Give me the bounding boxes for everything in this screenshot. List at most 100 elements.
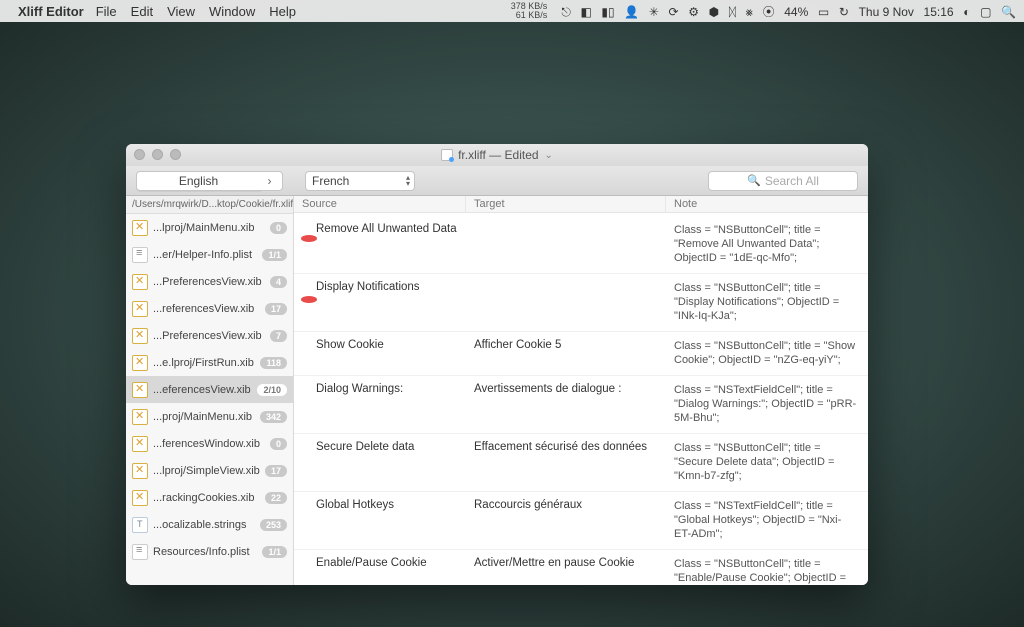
file-icon: [132, 328, 148, 344]
cell-note: Class = "NSButtonCell"; title = "Show Co…: [666, 339, 868, 367]
tray-icon[interactable]: 👤: [624, 5, 639, 19]
cell-source[interactable]: Display Notifications: [294, 281, 466, 323]
wifi-icon[interactable]: ⦿: [763, 5, 775, 19]
source-language-button[interactable]: English: [136, 171, 261, 191]
file-name: ...eferencesView.xib: [153, 384, 252, 396]
table-row[interactable]: Global Hotkeys Raccourcis généraux Class…: [294, 492, 868, 550]
cell-note: Class = "NSButtonCell"; title = "Display…: [666, 281, 868, 323]
sidebar-item[interactable]: ...proj/MainMenu.xib 342: [126, 403, 293, 430]
menu-edit[interactable]: Edit: [131, 4, 153, 19]
cell-target[interactable]: [466, 223, 666, 265]
tray-icon[interactable]: ▮▯: [601, 5, 614, 19]
time-text[interactable]: 15:16: [924, 5, 954, 19]
table-row[interactable]: Display Notifications Class = "NSButtonC…: [294, 274, 868, 332]
path-bar[interactable]: /Users/mrqwirk/D...ktop/Cookie/fr.xliff: [126, 196, 293, 214]
cell-source[interactable]: Secure Delete data: [294, 441, 466, 483]
table-row[interactable]: Show Cookie Afficher Cookie 5 Class = "N…: [294, 332, 868, 376]
count-badge: 2/10: [257, 384, 287, 396]
cell-source[interactable]: Global Hotkeys: [294, 499, 466, 541]
file-name: ...er/Helper-Info.plist: [153, 249, 257, 261]
sidebar-item[interactable]: ...PreferencesView.xib 7: [126, 322, 293, 349]
count-badge: 0: [270, 438, 287, 450]
tray-icon[interactable]: ⎋: [561, 5, 571, 19]
menubar: Xliff Editor File Edit View Window Help …: [0, 0, 1024, 22]
date-text[interactable]: Thu 9 Nov: [859, 5, 914, 19]
cell-source[interactable]: Show Cookie: [294, 339, 466, 367]
file-icon: [132, 382, 148, 398]
tray-icon[interactable]: ⟳: [669, 5, 679, 19]
tray-icon[interactable]: ⚙: [688, 5, 699, 19]
sidebar-item[interactable]: ...lproj/MainMenu.xib 0: [126, 214, 293, 241]
menu-window[interactable]: Window: [209, 4, 255, 19]
tray-icon[interactable]: ⬢: [709, 5, 719, 19]
translation-table: Source Target Note Remove All Unwanted D…: [294, 196, 868, 585]
cell-note: Class = "NSButtonCell"; title = "Secure …: [666, 441, 868, 483]
sidebar-item[interactable]: ...eferencesView.xib 2/10: [126, 376, 293, 403]
table-row[interactable]: Enable/Pause Cookie Activer/Mettre en pa…: [294, 550, 868, 585]
search-input[interactable]: 🔍 Search All: [708, 171, 858, 191]
count-badge: 7: [270, 330, 287, 342]
sidebar-item[interactable]: ...e.lproj/FirstRun.xib 118: [126, 349, 293, 376]
window-title: fr.xliff — Edited: [458, 148, 538, 162]
file-icon: [132, 436, 148, 452]
sidebar-item[interactable]: ...er/Helper-Info.plist 1/1: [126, 241, 293, 268]
menu-tray: ⎋ ◧ ▮▯ 👤 ✳ ⟳ ⚙ ⬢ ᛞ ⨳ ⦿ 44% ▭ ↻ Thu 9 Nov…: [555, 3, 1016, 20]
cell-target[interactable]: Raccourcis généraux: [466, 499, 666, 541]
sidebar-item[interactable]: ...referencesView.xib 17: [126, 295, 293, 322]
file-icon: [132, 409, 148, 425]
display-icon[interactable]: ▢: [980, 5, 991, 19]
sidebar-item[interactable]: ...rackingCookies.xib 22: [126, 484, 293, 511]
contrast-icon[interactable]: ◐: [963, 5, 970, 19]
file-icon: [132, 355, 148, 371]
menu-view[interactable]: View: [167, 4, 195, 19]
cell-source[interactable]: Dialog Warnings:: [294, 383, 466, 425]
sidebar-item[interactable]: ...ferencesWindow.xib 0: [126, 430, 293, 457]
table-row[interactable]: Dialog Warnings: Avertissements de dialo…: [294, 376, 868, 434]
cell-source[interactable]: Remove All Unwanted Data: [294, 223, 466, 265]
sidebar-item[interactable]: Resources/Info.plist 1/1: [126, 538, 293, 565]
file-name: ...ferencesWindow.xib: [153, 438, 265, 450]
cell-target[interactable]: Afficher Cookie 5: [466, 339, 666, 367]
minimize-button[interactable]: [152, 149, 163, 160]
cell-target[interactable]: [466, 281, 666, 323]
col-note[interactable]: Note: [666, 196, 868, 212]
battery-icon[interactable]: ▭: [818, 5, 829, 19]
battery-text[interactable]: 44%: [784, 5, 808, 19]
tray-icon[interactable]: ᛞ: [729, 5, 736, 19]
target-language-dropdown[interactable]: French ▴▾: [305, 171, 415, 191]
timemachine-icon[interactable]: ↻: [839, 5, 849, 19]
cell-target[interactable]: Avertissements de dialogue :: [466, 383, 666, 425]
table-row[interactable]: Remove All Unwanted Data Class = "NSButt…: [294, 213, 868, 274]
cell-target[interactable]: Activer/Mettre en pause Cookie: [466, 557, 666, 585]
cell-source[interactable]: Enable/Pause Cookie: [294, 557, 466, 585]
cell-note: Class = "NSTextFieldCell"; title = "Glob…: [666, 499, 868, 541]
count-badge: 0: [270, 222, 287, 234]
zoom-button[interactable]: [170, 149, 181, 160]
file-icon: [132, 490, 148, 506]
bluetooth-icon[interactable]: ⨳: [746, 5, 753, 19]
swap-language-button[interactable]: ›: [257, 171, 283, 191]
tray-icon[interactable]: ◧: [580, 5, 591, 19]
close-button[interactable]: [134, 149, 145, 160]
count-badge: 1/1: [262, 249, 287, 261]
file-name: ...proj/MainMenu.xib: [153, 411, 255, 423]
sidebar-item[interactable]: ...PreferencesView.xib 4: [126, 268, 293, 295]
table-header: Source Target Note: [294, 196, 868, 213]
menu-help[interactable]: Help: [269, 4, 296, 19]
file-name: ...PreferencesView.xib: [153, 330, 265, 342]
file-name: ...PreferencesView.xib: [153, 276, 265, 288]
col-source[interactable]: Source: [294, 196, 466, 212]
tray-icon[interactable]: ✳: [649, 5, 659, 19]
spotlight-icon[interactable]: 🔍: [1001, 5, 1016, 19]
file-icon: [132, 517, 148, 533]
cell-target[interactable]: Effacement sécurisé des données: [466, 441, 666, 483]
file-name: ...referencesView.xib: [153, 303, 260, 315]
titlebar[interactable]: fr.xliff — Edited ⌄: [126, 144, 868, 166]
sidebar-item[interactable]: ...ocalizable.strings 253: [126, 511, 293, 538]
sidebar-item[interactable]: ...lproj/SimpleView.xib 17: [126, 457, 293, 484]
table-row[interactable]: Secure Delete data Effacement sécurisé d…: [294, 434, 868, 492]
app-name[interactable]: Xliff Editor: [18, 4, 84, 19]
menu-file[interactable]: File: [96, 4, 117, 19]
col-target[interactable]: Target: [466, 196, 666, 212]
title-chevron-icon[interactable]: ⌄: [545, 150, 553, 161]
